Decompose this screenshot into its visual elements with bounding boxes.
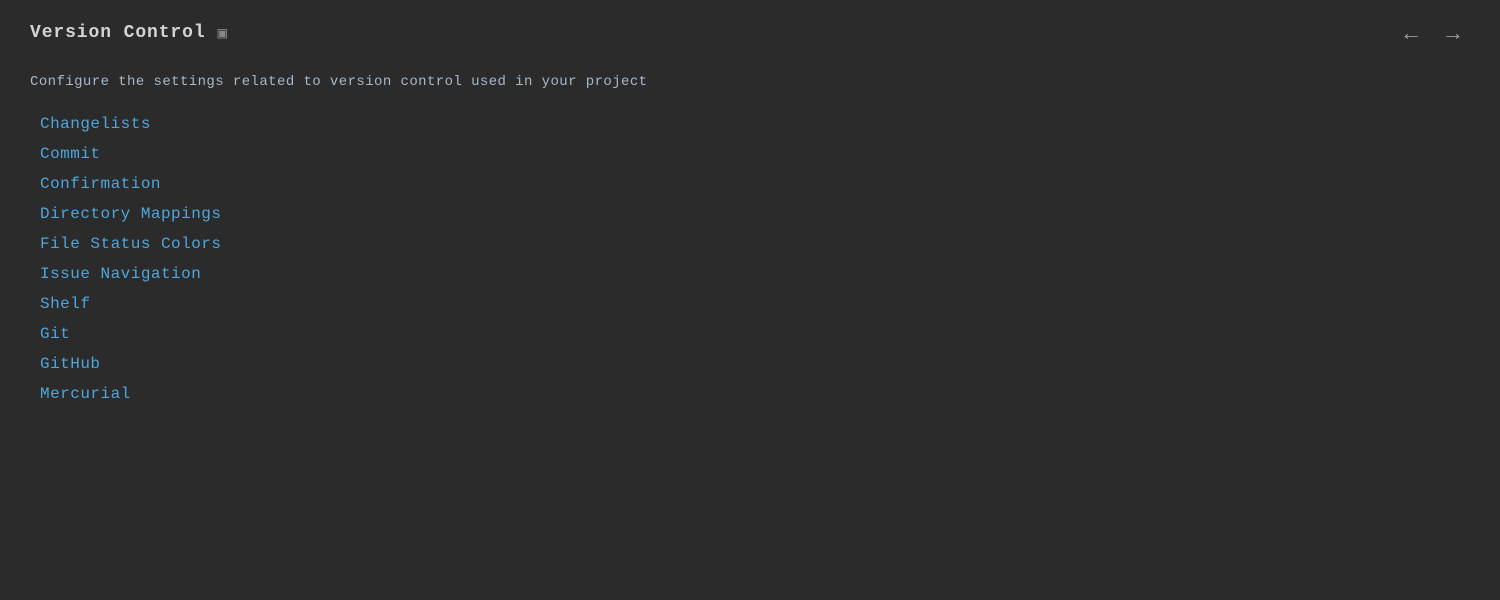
forward-button[interactable]: →	[1436, 20, 1470, 46]
description-text: Configure the settings related to versio…	[30, 74, 1470, 90]
page-title: Version Control	[30, 23, 206, 43]
window-icon[interactable]: ▣	[218, 23, 228, 43]
nav-item-shelf[interactable]: Shelf	[30, 290, 1470, 318]
page-container: Version Control ▣ ← → Configure the sett…	[0, 0, 1500, 600]
nav-item-commit[interactable]: Commit	[30, 140, 1470, 168]
nav-item-file-status-colors[interactable]: File Status Colors	[30, 230, 1470, 258]
nav-item-git[interactable]: Git	[30, 320, 1470, 348]
nav-item-confirmation[interactable]: Confirmation	[30, 170, 1470, 198]
header-left: Version Control ▣	[30, 23, 227, 43]
nav-item-github[interactable]: GitHub	[30, 350, 1470, 378]
nav-item-changelists[interactable]: Changelists	[30, 110, 1470, 138]
nav-item-issue-navigation[interactable]: Issue Navigation	[30, 260, 1470, 288]
nav-buttons: ← →	[1394, 20, 1470, 46]
header: Version Control ▣ ← →	[30, 20, 1470, 46]
nav-list: ChangelistsCommitConfirmationDirectory M…	[30, 110, 1470, 408]
back-button[interactable]: ←	[1394, 20, 1428, 46]
nav-item-directory-mappings[interactable]: Directory Mappings	[30, 200, 1470, 228]
nav-item-mercurial[interactable]: Mercurial	[30, 380, 1470, 408]
